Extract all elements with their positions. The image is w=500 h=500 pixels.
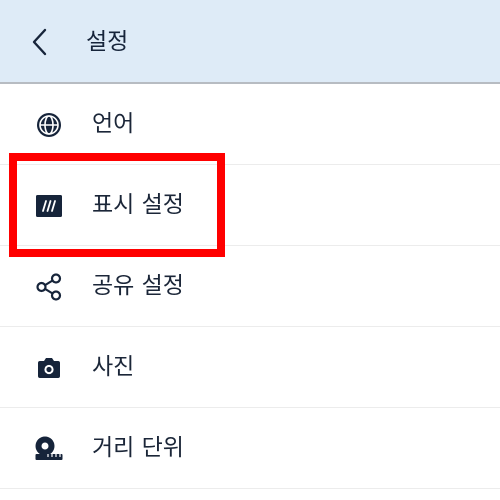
page-title: 설정 (86, 29, 129, 55)
settings-item-label: 사진 (92, 354, 135, 380)
display-icon (33, 192, 65, 220)
settings-item-label: 표시 설정 (92, 192, 184, 218)
settings-item-label: 언어 (92, 111, 135, 137)
globe-icon (33, 111, 65, 139)
settings-screen: 설정 언어 표시 설정 공유 설정 사진 거리 단위 (0, 0, 500, 500)
tape-measure-icon (33, 435, 65, 463)
settings-item-photo[interactable]: 사진 (0, 327, 500, 408)
settings-item-share[interactable]: 공유 설정 (0, 246, 500, 327)
chevron-left-icon (32, 28, 47, 56)
settings-item-language[interactable]: 언어 (0, 84, 500, 165)
back-button[interactable] (20, 22, 60, 62)
settings-item-distance-unit[interactable]: 거리 단위 (0, 408, 500, 489)
settings-item-label: 공유 설정 (92, 273, 184, 299)
camera-icon (33, 354, 65, 382)
settings-item-label: 거리 단위 (92, 435, 184, 461)
app-header: 설정 (0, 0, 500, 84)
settings-list: 언어 표시 설정 공유 설정 사진 거리 단위 (0, 84, 500, 489)
settings-item-display[interactable]: 표시 설정 (0, 165, 500, 246)
share-icon (33, 273, 65, 301)
